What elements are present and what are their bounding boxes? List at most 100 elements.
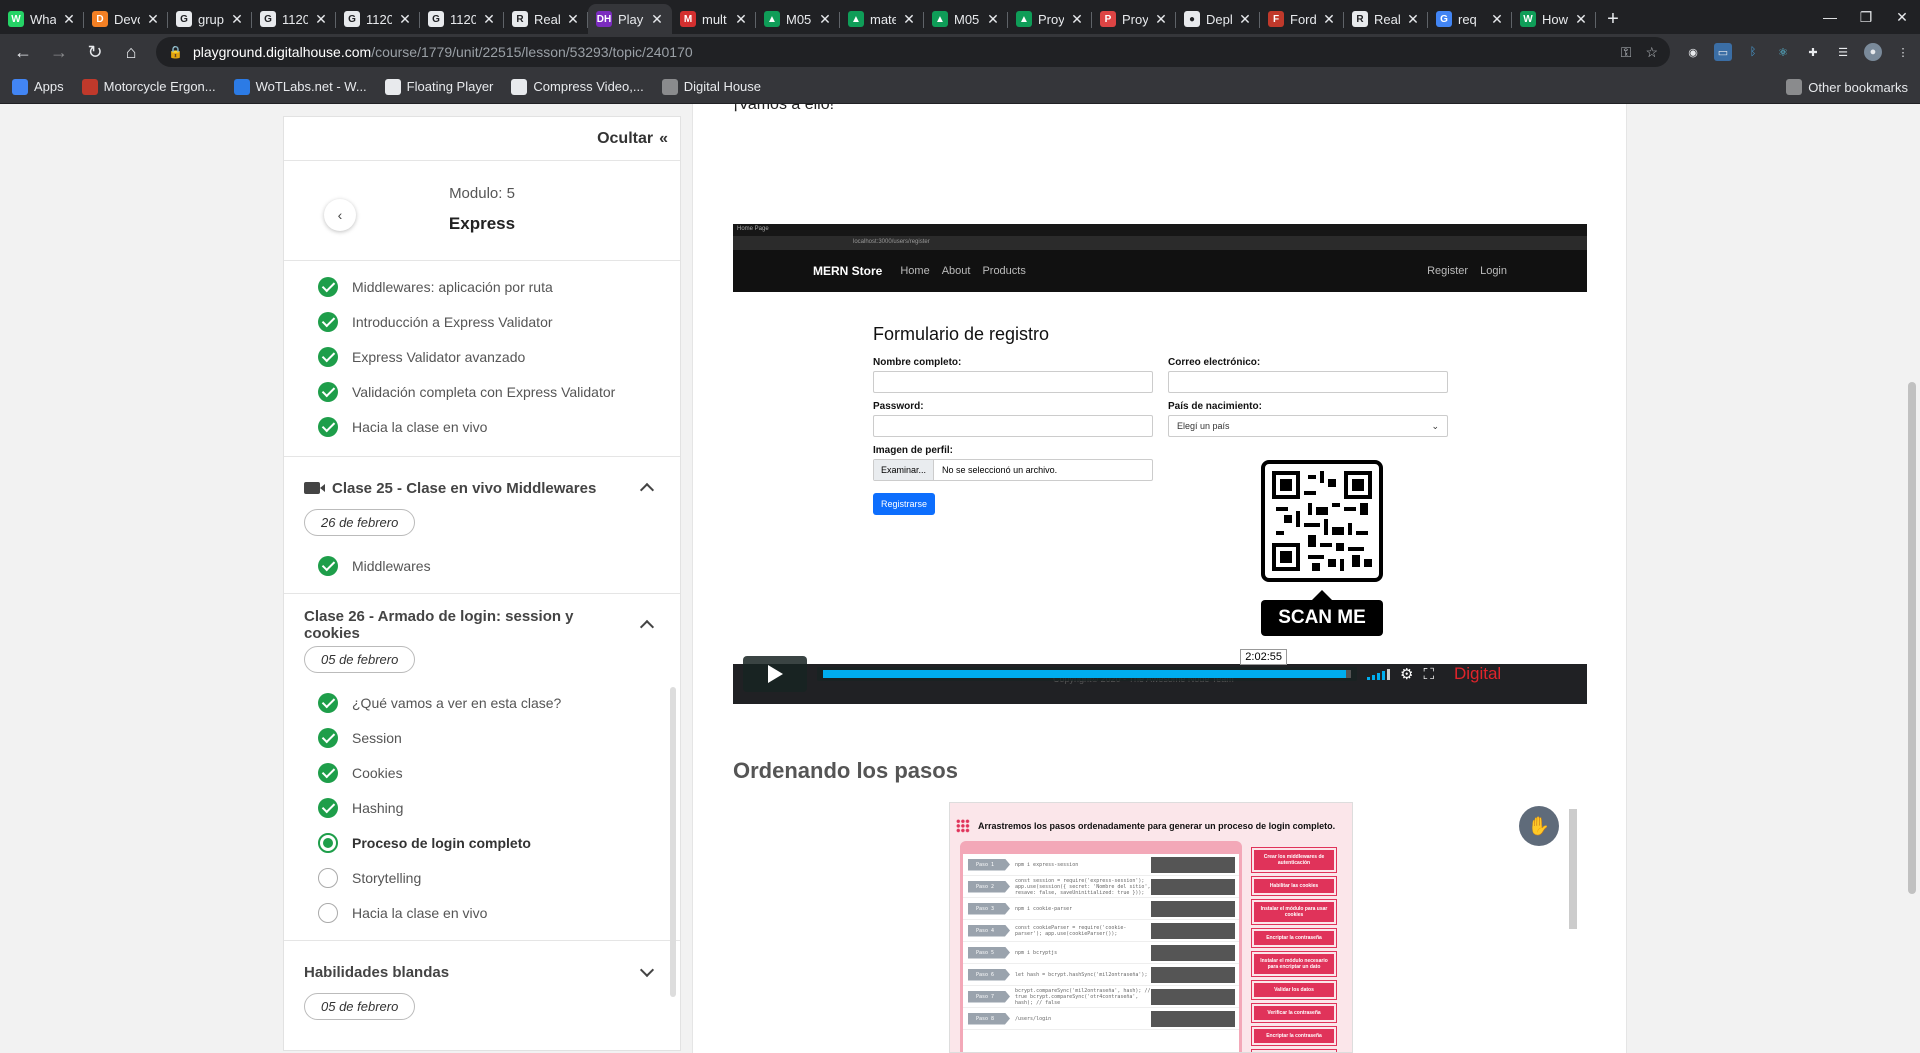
topic-item[interactable]: ¿Qué vamos a ver en esta clase? (284, 685, 680, 720)
video-progress-bar[interactable]: 2:02:55 (817, 649, 1357, 681)
play-icon[interactable] (743, 656, 807, 692)
browser-tab[interactable]: ▲ Proy ✕ (1008, 4, 1092, 34)
browser-tab[interactable]: Ggrup ✕ (168, 4, 252, 34)
draggable-option[interactable]: Verificar la contraseña (1251, 1003, 1337, 1023)
close-window-icon[interactable]: ✕ (1884, 0, 1920, 34)
drop-slot[interactable] (1151, 922, 1235, 939)
close-tab-icon[interactable]: ✕ (62, 11, 76, 28)
close-tab-icon[interactable]: ✕ (902, 11, 916, 28)
browser-tab[interactable]: ▲ M05 ✕ (924, 4, 1008, 34)
media-queue-icon[interactable]: ☰ (1834, 43, 1852, 61)
topic-item[interactable]: Validación completa con Express Validato… (284, 374, 680, 409)
topic-item[interactable]: Introducción a Express Validator (284, 304, 680, 339)
extension-icon[interactable]: ◉ (1684, 43, 1702, 61)
close-tab-icon[interactable]: ✕ (650, 11, 664, 28)
close-tab-icon[interactable]: ✕ (314, 11, 328, 28)
menu-kebab-icon[interactable]: ⋮ (1894, 43, 1912, 61)
browser-tab[interactable]: ● Depl ✕ (1176, 4, 1260, 34)
browser-tab[interactable]: ▲ mate ✕ (840, 4, 924, 34)
draggable-option[interactable]: Instalar el módulo necesario para encrip… (1251, 951, 1337, 977)
chevron-left-icon[interactable]: ‹ (324, 199, 356, 231)
draggable-option[interactable]: Validar los datos (1251, 980, 1337, 1000)
browser-tab[interactable]: D Devo ✕ (84, 4, 168, 34)
draggable-option[interactable]: Instalar el módulo para usar cookies (1251, 899, 1337, 925)
topic-item[interactable]: Session (284, 720, 680, 755)
browser-tab[interactable]: W How ✕ (1512, 4, 1596, 34)
topic-item[interactable]: Hashing (284, 790, 680, 825)
address-bar[interactable]: 🔒 playground.digitalhouse.com/course/177… (156, 37, 1670, 67)
drop-slot[interactable] (1151, 988, 1235, 1005)
minimize-icon[interactable]: — (1812, 0, 1848, 34)
reload-icon[interactable]: ↻ (80, 37, 110, 67)
close-tab-icon[interactable]: ✕ (1490, 11, 1504, 28)
react-devtools-icon[interactable]: ⚛ (1774, 43, 1792, 61)
close-tab-icon[interactable]: ✕ (230, 11, 244, 28)
close-tab-icon[interactable]: ✕ (1238, 11, 1252, 28)
browser-tab[interactable]: G 1120 ✕ (420, 4, 504, 34)
drop-slot[interactable] (1151, 944, 1235, 961)
topic-item[interactable]: Hacia la clase en vivo (284, 895, 680, 930)
video-player[interactable]: Home Page localhost:3000/users/register … (733, 224, 1587, 704)
page-scrollbar[interactable] (1904, 104, 1920, 1053)
topic-item[interactable]: Express Validator avanzado (284, 339, 680, 374)
sidebar-scrollbar[interactable] (670, 687, 676, 997)
maximize-icon[interactable]: ❐ (1848, 0, 1884, 34)
class-header-26[interactable]: Clase 26 - Armado de login: session y co… (284, 608, 680, 642)
browser-tab[interactable]: W Wha ✕ (0, 4, 84, 34)
drop-slot[interactable] (1151, 966, 1235, 983)
topic-item[interactable]: Middlewares: aplicación por ruta (284, 269, 680, 304)
scroll-thumb[interactable] (1908, 382, 1916, 894)
fullscreen-icon[interactable]: ⛶ (1423, 666, 1434, 683)
hide-sidebar-button[interactable]: Ocultar « (284, 117, 680, 161)
bookmark-star-icon[interactable]: ☆ (1645, 44, 1658, 61)
close-tab-icon[interactable]: ✕ (1406, 11, 1420, 28)
class-header-25[interactable]: Clase 25 - Clase en vivo Middlewares (284, 475, 680, 501)
chevron-up-icon[interactable] (639, 482, 655, 498)
browser-tab[interactable]: R Real ✕ (1344, 4, 1428, 34)
close-tab-icon[interactable]: ✕ (1070, 11, 1084, 28)
topic-item[interactable]: Storytelling (284, 860, 680, 895)
close-tab-icon[interactable]: ✕ (986, 11, 1000, 28)
bookmark-item[interactable]: Apps (12, 78, 64, 95)
topic-item[interactable]: Middlewares (284, 548, 680, 583)
chevron-up-icon[interactable] (639, 619, 655, 635)
close-tab-icon[interactable]: ✕ (146, 11, 160, 28)
close-tab-icon[interactable]: ✕ (398, 11, 412, 28)
browser-tab[interactable]: Greq ✕ (1428, 4, 1512, 34)
draggable-option[interactable]: Encriptar la contraseña (1251, 928, 1337, 948)
close-tab-icon[interactable]: ✕ (734, 11, 748, 28)
section-header-habilidades[interactable]: Habilidades blandas (284, 959, 680, 985)
back-arrow-icon[interactable]: ← (8, 37, 38, 67)
close-tab-icon[interactable]: ✕ (1574, 11, 1588, 28)
close-tab-icon[interactable]: ✕ (818, 11, 832, 28)
bookmark-item[interactable]: Floating Player (384, 78, 493, 95)
new-tab-button[interactable]: + (1596, 4, 1630, 34)
browser-tab[interactable]: R Real ✕ (504, 4, 588, 34)
bookmark-item[interactable]: Digital House (661, 78, 761, 95)
topic-item[interactable]: Cookies (284, 755, 680, 790)
settings-gear-icon[interactable]: ⚙ (1400, 665, 1413, 683)
topic-item[interactable]: Proceso de login completo (284, 825, 680, 860)
chevron-down-icon[interactable] (639, 962, 655, 978)
browser-tab[interactable]: P Proy ✕ (1092, 4, 1176, 34)
forward-arrow-icon[interactable]: → (44, 37, 74, 67)
browser-tab[interactable]: F Ford ✕ (1260, 4, 1344, 34)
browser-tab[interactable]: ▲ M05 ✕ (756, 4, 840, 34)
drag-drop-activity[interactable]: Arrastremos los pasos ordenadamente para… (949, 802, 1353, 1053)
drop-slot[interactable] (1151, 856, 1235, 873)
other-bookmarks[interactable]: Other bookmarks (1786, 79, 1908, 95)
drop-slot[interactable] (1151, 1010, 1235, 1027)
close-tab-icon[interactable]: ✕ (1322, 11, 1336, 28)
key-icon[interactable]: ⚿ (1621, 44, 1632, 61)
draggable-option[interactable]: Crear los middlewares de autenticación (1251, 847, 1337, 873)
drop-slot[interactable] (1151, 900, 1235, 917)
activity-scrollbar[interactable] (1569, 809, 1577, 929)
hand-grab-icon[interactable]: ✋ (1519, 806, 1559, 846)
home-icon[interactable]: ⌂ (116, 37, 146, 67)
browser-tab[interactable]: DH Play ✕ (588, 4, 672, 34)
close-tab-icon[interactable]: ✕ (482, 11, 496, 28)
draggable-option[interactable]: Habilitar las cookies (1251, 876, 1337, 896)
topic-item[interactable]: Hacia la clase en vivo (284, 409, 680, 444)
profile-avatar-icon[interactable]: ● (1864, 43, 1882, 61)
draggable-option[interactable]: Encriptar la contraseña (1251, 1026, 1337, 1046)
